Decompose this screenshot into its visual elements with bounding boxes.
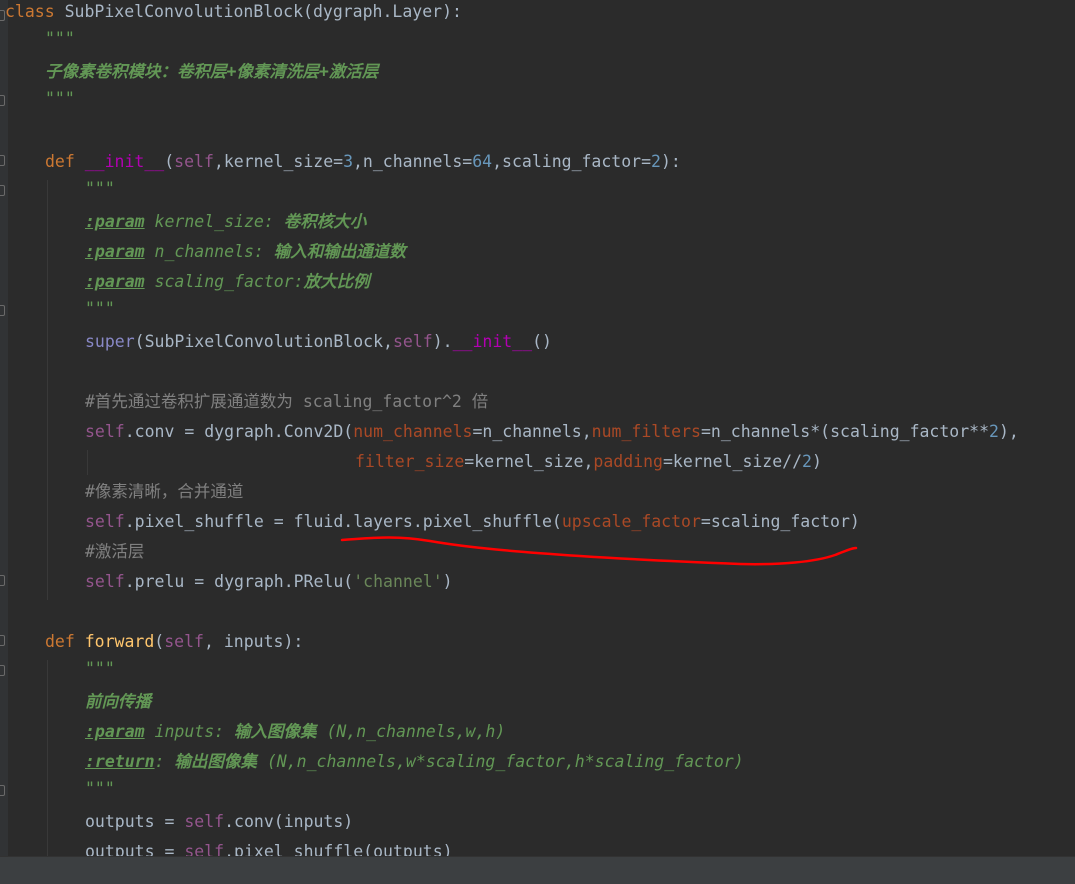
keyword: def [45,632,75,651]
code-text: outputs = [85,842,185,856]
code-text: outputs = [85,812,185,831]
code-text: .conv(inputs) [224,812,354,831]
docstring-text: 前向传播 [85,692,151,711]
code-line-24[interactable]: 前向传播 [85,687,151,717]
docstring-text: : [154,752,175,771]
docstring-text: (N,n_channels,w,h) [316,722,506,741]
code-line-25[interactable]: :param inputs: 输入图像集 (N,n_channels,w,h) [85,717,505,747]
code-line-23[interactable]: """ [85,654,115,684]
docstring-text: 输入图像集 [234,722,317,741]
docstring-text: inputs: [144,722,235,741]
code-line-29[interactable]: outputs = self.pixel_shuffle(outputs) [85,837,453,856]
paren: ( [154,632,165,651]
docstring-text: (N,n_channels,w*scaling_factor,h*scaling… [256,752,744,771]
code-line-27[interactable]: """ [85,774,115,804]
code-line-26[interactable]: :return: 输出图像集 (N,n_channels,w*scaling_f… [85,747,744,777]
docstring-quote: """ [85,779,115,798]
self-keyword: self [184,842,225,856]
indent-guide [47,660,48,856]
function-name: forward [84,632,155,651]
docstring-quote: """ [85,659,115,678]
code-editor[interactable]: class SubPixelConvolutionBlock(dygraph.L… [0,0,1075,884]
param-text: , inputs): [203,632,304,651]
self-keyword: self [184,812,225,831]
status-bar [0,856,1075,884]
doc-tag: :return [85,752,155,771]
code-text: .pixel_shuffle(outputs) [224,842,453,856]
code-line-22[interactable]: def forward(self, inputs): [45,627,303,657]
doc-tag: :param [85,722,145,741]
code-line-28[interactable]: outputs = self.conv(inputs) [85,807,353,837]
docstring-text: 输出图像集 [174,752,257,771]
code-area[interactable]: class SubPixelConvolutionBlock(dygraph.L… [0,0,1075,856]
red-annotation-underline [340,536,858,566]
self-keyword: self [164,632,204,651]
